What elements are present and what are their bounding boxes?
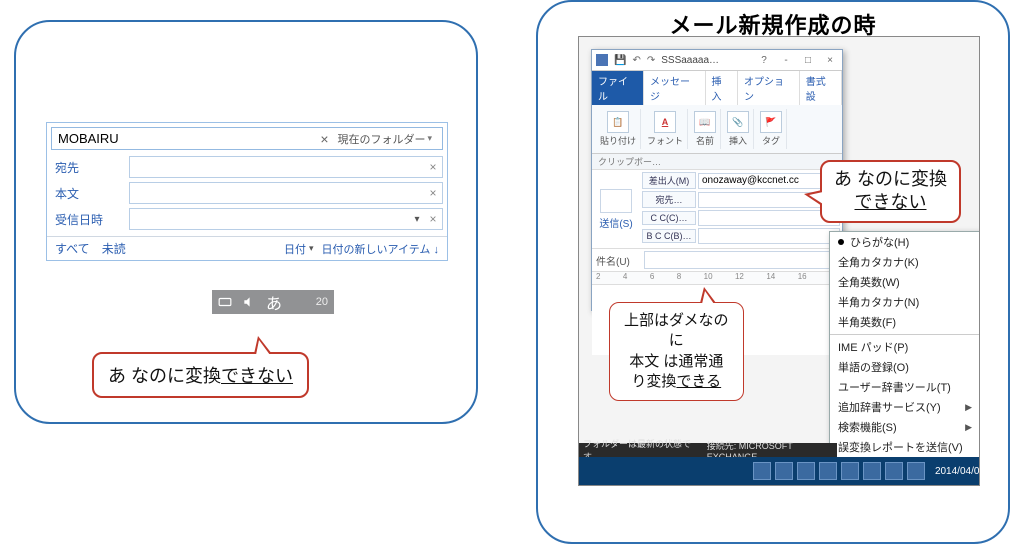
to-button[interactable]: 宛先… — [642, 191, 696, 208]
body-input[interactable] — [130, 186, 424, 200]
search-scope-dropdown[interactable]: 現在のフォルダー ▾ — [333, 131, 442, 147]
submenu-arrow-icon: ▶ — [965, 402, 972, 413]
field-label-body: 本文 — [51, 180, 129, 206]
received-dropdown-icon[interactable]: ▾ — [410, 214, 424, 225]
attach-icon: 📎 — [727, 111, 749, 133]
tab-options[interactable]: オプション — [738, 71, 800, 105]
bcc-button[interactable]: B C C(B)… — [642, 229, 696, 243]
bcc-input[interactable] — [698, 228, 840, 244]
taskbar: 2014/04/08 — [579, 457, 980, 485]
chevron-down-icon: ▾ — [427, 133, 432, 144]
to-input[interactable] — [130, 160, 424, 174]
window-title: SSSaaaaa… — [661, 55, 750, 66]
clear-received-icon[interactable]: × — [424, 212, 442, 226]
subject-input[interactable] — [644, 251, 838, 269]
sort-order-dropdown[interactable]: 日付の新しいアイテム ↓ — [322, 241, 439, 257]
qat-redo-icon[interactable]: ↷ — [647, 55, 655, 66]
flag-icon: 🚩 — [760, 111, 782, 133]
send-icon — [600, 189, 632, 213]
taskbar-icon[interactable] — [907, 462, 925, 480]
tray-time-fragment: 20 — [316, 296, 328, 308]
ime-menu-item[interactable]: 検索機能(S)▶ — [830, 417, 980, 437]
right-annotation-bubble: メール新規作成の時 💾 ↶ ↷ SSSaaaaa… ? ‐ □ × — [536, 0, 1010, 544]
ribbon-insert[interactable]: 📎挿入 — [723, 109, 754, 149]
ime-menu-item[interactable]: ユーザー辞書ツール(T) — [830, 377, 980, 397]
speech-cannot-convert: あ なのに変換できない — [92, 352, 309, 398]
speech-text: あ なのに変換 — [108, 366, 221, 386]
maximize-button[interactable]: □ — [800, 55, 816, 66]
minimize-button[interactable]: ‐ — [778, 55, 794, 66]
tab-message[interactable]: メッセージ — [644, 71, 706, 105]
ime-menu-item[interactable]: ひらがな(H) — [830, 232, 980, 252]
ribbon-paste[interactable]: 📋貼り付け — [596, 109, 641, 149]
paste-icon: 📋 — [607, 111, 629, 133]
from-button[interactable]: 差出人(M) — [642, 172, 696, 189]
search-scope-label: 現在のフォルダー — [337, 131, 425, 147]
sort-by-dropdown[interactable]: 日付▾ — [284, 241, 314, 257]
tab-all[interactable]: すべて — [55, 240, 90, 257]
ime-menu-item[interactable]: 半角英数(F) — [830, 312, 980, 332]
taskbar-icon[interactable] — [753, 462, 771, 480]
app-icon — [596, 54, 608, 66]
ribbon-tags[interactable]: 🚩タグ — [756, 109, 787, 149]
close-button[interactable]: × — [822, 55, 838, 66]
search-input[interactable] — [52, 128, 315, 149]
field-label-to: 宛先 — [51, 154, 129, 180]
ime-context-menu: ひらがな(H) 全角カタカナ(K) 全角英数(W) 半角カタカナ(N) 半角英数… — [829, 231, 980, 486]
ime-menu-item[interactable]: IME パッド(P) — [830, 337, 980, 357]
qat-undo-icon[interactable]: ↶ — [632, 55, 640, 66]
taskbar-icon[interactable] — [819, 462, 837, 480]
ribbon-font[interactable]: Aフォント — [643, 109, 688, 149]
tab-insert[interactable]: 挿入 — [706, 71, 739, 105]
screenshot-frame: 💾 ↶ ↷ SSSaaaaa… ? ‐ □ × ファイル メッセージ 挿入 オプ… — [578, 36, 980, 486]
sort-order-label: 日付の新しいアイテム ↓ — [322, 241, 439, 257]
speech-cannot-convert-right: あ なのに変換 できない — [820, 160, 961, 223]
tab-unread[interactable]: 未読 — [102, 240, 126, 257]
field-label-received: 受信日時 — [51, 206, 129, 232]
taskbar-icon[interactable] — [885, 462, 903, 480]
systray-ime-strip: あ 20 — [212, 290, 334, 314]
qat-save-icon[interactable]: 💾 — [614, 55, 626, 66]
address-book-icon: 📖 — [694, 111, 716, 133]
ruler: 24681012141618 — [592, 271, 842, 285]
outlook-search-panel: × 現在のフォルダー ▾ 宛先 × 本文 — [46, 122, 448, 261]
ime-menu-item[interactable]: 誤変換レポートを送信(V) — [830, 437, 980, 457]
submenu-arrow-icon: ▶ — [965, 422, 972, 433]
clear-to-icon[interactable]: × — [424, 160, 442, 174]
ribbon-group-clipboard-label: クリップボー… — [592, 154, 842, 170]
ime-menu-item[interactable]: 追加辞書サービス(Y)▶ — [830, 397, 980, 417]
from-input[interactable] — [698, 173, 840, 189]
sort-by-label: 日付 — [284, 241, 306, 257]
ime-menu-item[interactable]: 全角英数(W) — [830, 272, 980, 292]
clear-search-icon[interactable]: × — [315, 131, 333, 147]
taskbar-icon[interactable] — [775, 462, 793, 480]
send-button[interactable]: 送信(S) — [599, 215, 632, 230]
font-icon: A — [654, 111, 676, 133]
cc-input[interactable] — [698, 210, 840, 226]
ime-indicator[interactable]: あ — [266, 290, 282, 314]
taskbar-icon[interactable] — [863, 462, 881, 480]
cc-button[interactable]: C C(C)… — [642, 211, 696, 225]
tab-format[interactable]: 書式設 — [800, 71, 842, 105]
speech-body-ok: 上部はダメなの に 本文 は通常通 り変換できる — [609, 302, 744, 401]
ime-menu-item[interactable]: 全角カタカナ(K) — [830, 252, 980, 272]
received-input[interactable] — [130, 212, 410, 226]
help-icon[interactable]: ? — [756, 55, 772, 66]
left-annotation-bubble: × 現在のフォルダー ▾ 宛先 × 本文 — [14, 20, 478, 424]
mail-compose-window: 💾 ↶ ↷ SSSaaaaa… ? ‐ □ × ファイル メッセージ 挿入 オプ… — [591, 49, 843, 311]
ime-menu-item[interactable]: 半角カタカナ(N) — [830, 292, 980, 312]
volume-icon — [242, 295, 256, 309]
ime-menu-item[interactable]: 単語の登録(O) — [830, 357, 980, 377]
taskbar-icon[interactable] — [797, 462, 815, 480]
taskbar-clock: 2014/04/08 — [935, 466, 980, 477]
subject-label: 件名(U) — [596, 253, 644, 268]
ribbon-names[interactable]: 📖名前 — [690, 109, 721, 149]
taskbar-icon[interactable] — [841, 462, 859, 480]
tab-file[interactable]: ファイル — [592, 71, 644, 105]
speech-text-underlined: できない — [221, 366, 293, 386]
keyboard-icon — [218, 295, 232, 309]
status-bar: フォルダーは最新の状態です。 接続先: MICROSOFT EXCHANGE — [579, 443, 837, 457]
clear-body-icon[interactable]: × — [424, 186, 442, 200]
